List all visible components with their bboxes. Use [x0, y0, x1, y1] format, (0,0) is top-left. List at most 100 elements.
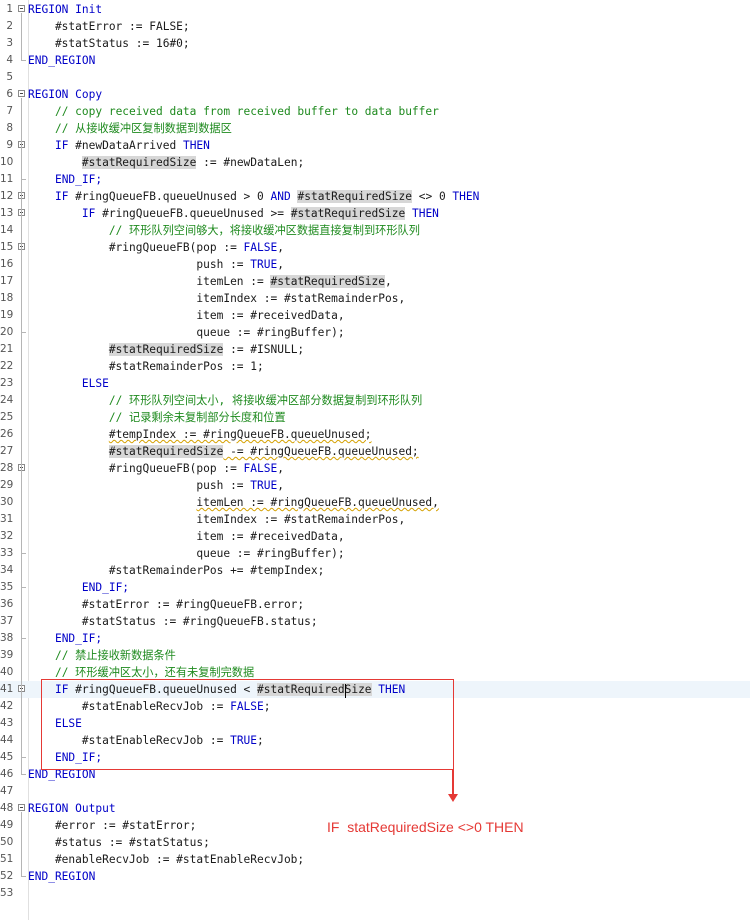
- fold-toggle-icon[interactable]: [18, 90, 25, 97]
- code-token: #ringQueueFB(pop :=: [28, 462, 244, 475]
- code-line[interactable]: 39 // 禁止接收新数据条件: [0, 647, 750, 664]
- fold-toggle-icon[interactable]: [18, 5, 25, 12]
- code-line[interactable]: 14 // 环形队列空间够大，将接收缓冲区数据直接复制到环形队列: [0, 222, 750, 239]
- code-text: IF #ringQueueFB.queueUnused >= #statRequ…: [28, 205, 439, 222]
- code-token: := #ISNULL;: [223, 343, 305, 356]
- code-line[interactable]: 31 itemIndex := #statRemainderPos,: [0, 511, 750, 528]
- code-token: item := #receivedData,: [28, 309, 345, 322]
- code-token: #statRequiredSize: [108, 445, 224, 458]
- code-line[interactable]: 19 item := #receivedData,: [0, 307, 750, 324]
- code-line[interactable]: 25 // 记录剩余未复制部分长度和位置: [0, 409, 750, 426]
- line-number: 27: [0, 445, 14, 457]
- code-line[interactable]: 51 #enableRecvJob := #statEnableRecvJob;: [0, 851, 750, 868]
- code-text: ELSE: [28, 375, 109, 392]
- code-line[interactable]: 38 END_IF;: [0, 630, 750, 647]
- code-text: #statRequiredSize -= #ringQueueFB.queueU…: [28, 443, 419, 460]
- code-line[interactable]: 28 #ringQueueFB(pop := FALSE,: [0, 460, 750, 477]
- code-line[interactable]: 26 #tempIndex := #ringQueueFB.queueUnuse…: [0, 426, 750, 443]
- code-text: push := TRUE,: [28, 477, 284, 494]
- code-line[interactable]: 3 #statStatus := 16#0;: [0, 35, 750, 52]
- code-line[interactable]: 37 #statStatus := #ringQueueFB.status;: [0, 613, 750, 630]
- code-line[interactable]: 23 ELSE: [0, 375, 750, 392]
- code-token: #statStatus := #ringQueueFB.status;: [28, 615, 318, 628]
- code-line[interactable]: 8 // 从接收缓冲区复制数据到数据区: [0, 120, 750, 137]
- code-token: #enableRecvJob := #statEnableRecvJob;: [28, 853, 305, 866]
- line-number: 7: [6, 105, 13, 117]
- code-line[interactable]: 30 itemLen := #ringQueueFB.queueUnused,: [0, 494, 750, 511]
- line-number: 23: [0, 377, 14, 389]
- code-text: #status := #statStatus;: [28, 834, 210, 851]
- code-token: queue := #ringBuffer);: [28, 326, 345, 339]
- code-line[interactable]: 5: [0, 69, 750, 86]
- line-number: 53: [0, 887, 14, 899]
- code-text: push := TRUE,: [28, 256, 284, 273]
- code-line[interactable]: 35 END_IF;: [0, 579, 750, 596]
- fold-guide-end: [21, 774, 26, 775]
- code-line[interactable]: 1 REGION Init: [0, 1, 750, 18]
- code-line[interactable]: 22 #statRemainderPos := 1;: [0, 358, 750, 375]
- line-number: 40: [0, 666, 14, 678]
- code-line[interactable]: 15 #ringQueueFB(pop := FALSE,: [0, 239, 750, 256]
- code-line[interactable]: 16 push := TRUE,: [0, 256, 750, 273]
- line-number: 6: [6, 88, 13, 100]
- code-line[interactable]: 20 queue := #ringBuffer);: [0, 324, 750, 341]
- code-text: // 记录剩余未复制部分长度和位置: [28, 409, 286, 426]
- line-number: 36: [0, 598, 14, 610]
- code-line[interactable]: 50 #status := #statStatus;: [0, 834, 750, 851]
- code-line[interactable]: 17 itemLen := #statRequiredSize,: [0, 273, 750, 290]
- comment-token: // copy received data from received buff…: [54, 105, 439, 118]
- code-line[interactable]: 27 #statRequiredSize -= #ringQueueFB.que…: [0, 443, 750, 460]
- code-line[interactable]: 52 END_REGION: [0, 868, 750, 885]
- keyword-token: FALSE: [243, 462, 278, 475]
- code-line[interactable]: 48 REGION Output: [0, 800, 750, 817]
- code-line[interactable]: 13 IF #ringQueueFB.queueUnused >= #statR…: [0, 205, 750, 222]
- code-line[interactable]: 18 itemIndex := #statRemainderPos,: [0, 290, 750, 307]
- code-line[interactable]: 36 #statError := #ringQueueFB.error;: [0, 596, 750, 613]
- line-number: 20: [0, 326, 14, 338]
- code-text: #statRequiredSize := #newDataLen;: [28, 154, 304, 171]
- code-line[interactable]: 12 IF #ringQueueFB.queueUnused > 0 AND #…: [0, 188, 750, 205]
- code-token: #status := #statStatus;: [28, 836, 210, 849]
- code-text: IF #ringQueueFB.queueUnused > 0 AND #sta…: [28, 188, 479, 205]
- line-number: 16: [0, 258, 14, 270]
- code-line[interactable]: 32 item := #receivedData,: [0, 528, 750, 545]
- line-number: 50: [0, 836, 14, 848]
- code-token: #newDataArrived: [68, 139, 183, 152]
- code-line[interactable]: 9 IF #newDataArrived THEN: [0, 137, 750, 154]
- code-text: #ringQueueFB(pop := FALSE,: [28, 239, 284, 256]
- code-token: itemLen :=: [28, 275, 271, 288]
- fold-guide-end: [21, 757, 26, 758]
- code-line[interactable]: 7 // copy received data from received bu…: [0, 103, 750, 120]
- line-number: 9: [6, 139, 13, 151]
- code-text: #statStatus := #ringQueueFB.status;: [28, 613, 318, 630]
- line-number: 52: [0, 870, 14, 882]
- keyword-token: TRUE: [250, 258, 278, 271]
- code-line[interactable]: 10 #statRequiredSize := #newDataLen;: [0, 154, 750, 171]
- code-line[interactable]: 53: [0, 885, 750, 902]
- code-text: #tempIndex := #ringQueueFB.queueUnused;: [28, 426, 372, 443]
- code-line[interactable]: 4 END_REGION: [0, 52, 750, 69]
- code-line[interactable]: 2 #statError := FALSE;: [0, 18, 750, 35]
- fold-guide-end: [21, 587, 26, 588]
- code-editor[interactable]: 1 REGION Init 2 #statError := FALSE; 3 #sta…: [0, 0, 750, 920]
- code-line[interactable]: 34 #statRemainderPos += #tempIndex;: [0, 562, 750, 579]
- code-line[interactable]: 29 push := TRUE,: [0, 477, 750, 494]
- fold-guide-end: [21, 638, 26, 639]
- code-token: ,: [277, 241, 284, 254]
- line-number: 29: [0, 479, 14, 491]
- fold-guide: [21, 693, 22, 758]
- code-line[interactable]: 11 END_IF;: [0, 171, 750, 188]
- code-line[interactable]: 47: [0, 783, 750, 800]
- line-number: 14: [0, 224, 14, 236]
- code-line[interactable]: 6 REGION Copy: [0, 86, 750, 103]
- code-token: #statRemainderPos += #tempIndex;: [28, 564, 325, 577]
- code-line[interactable]: 21 #statRequiredSize := #ISNULL;: [0, 341, 750, 358]
- fold-toggle-icon[interactable]: [18, 804, 25, 811]
- code-line[interactable]: 24 // 环形队列空间太小, 将接收缓冲区部分数据复制到环形队列: [0, 392, 750, 409]
- keyword-token: END_IF;: [54, 173, 103, 186]
- comment-token: // 环形队列空间够大，将接收缓冲区数据直接复制到环形队列: [108, 224, 420, 237]
- code-text: // 环形队列空间太小, 将接收缓冲区部分数据复制到环形队列: [28, 392, 422, 409]
- code-line[interactable]: 33 queue := #ringBuffer);: [0, 545, 750, 562]
